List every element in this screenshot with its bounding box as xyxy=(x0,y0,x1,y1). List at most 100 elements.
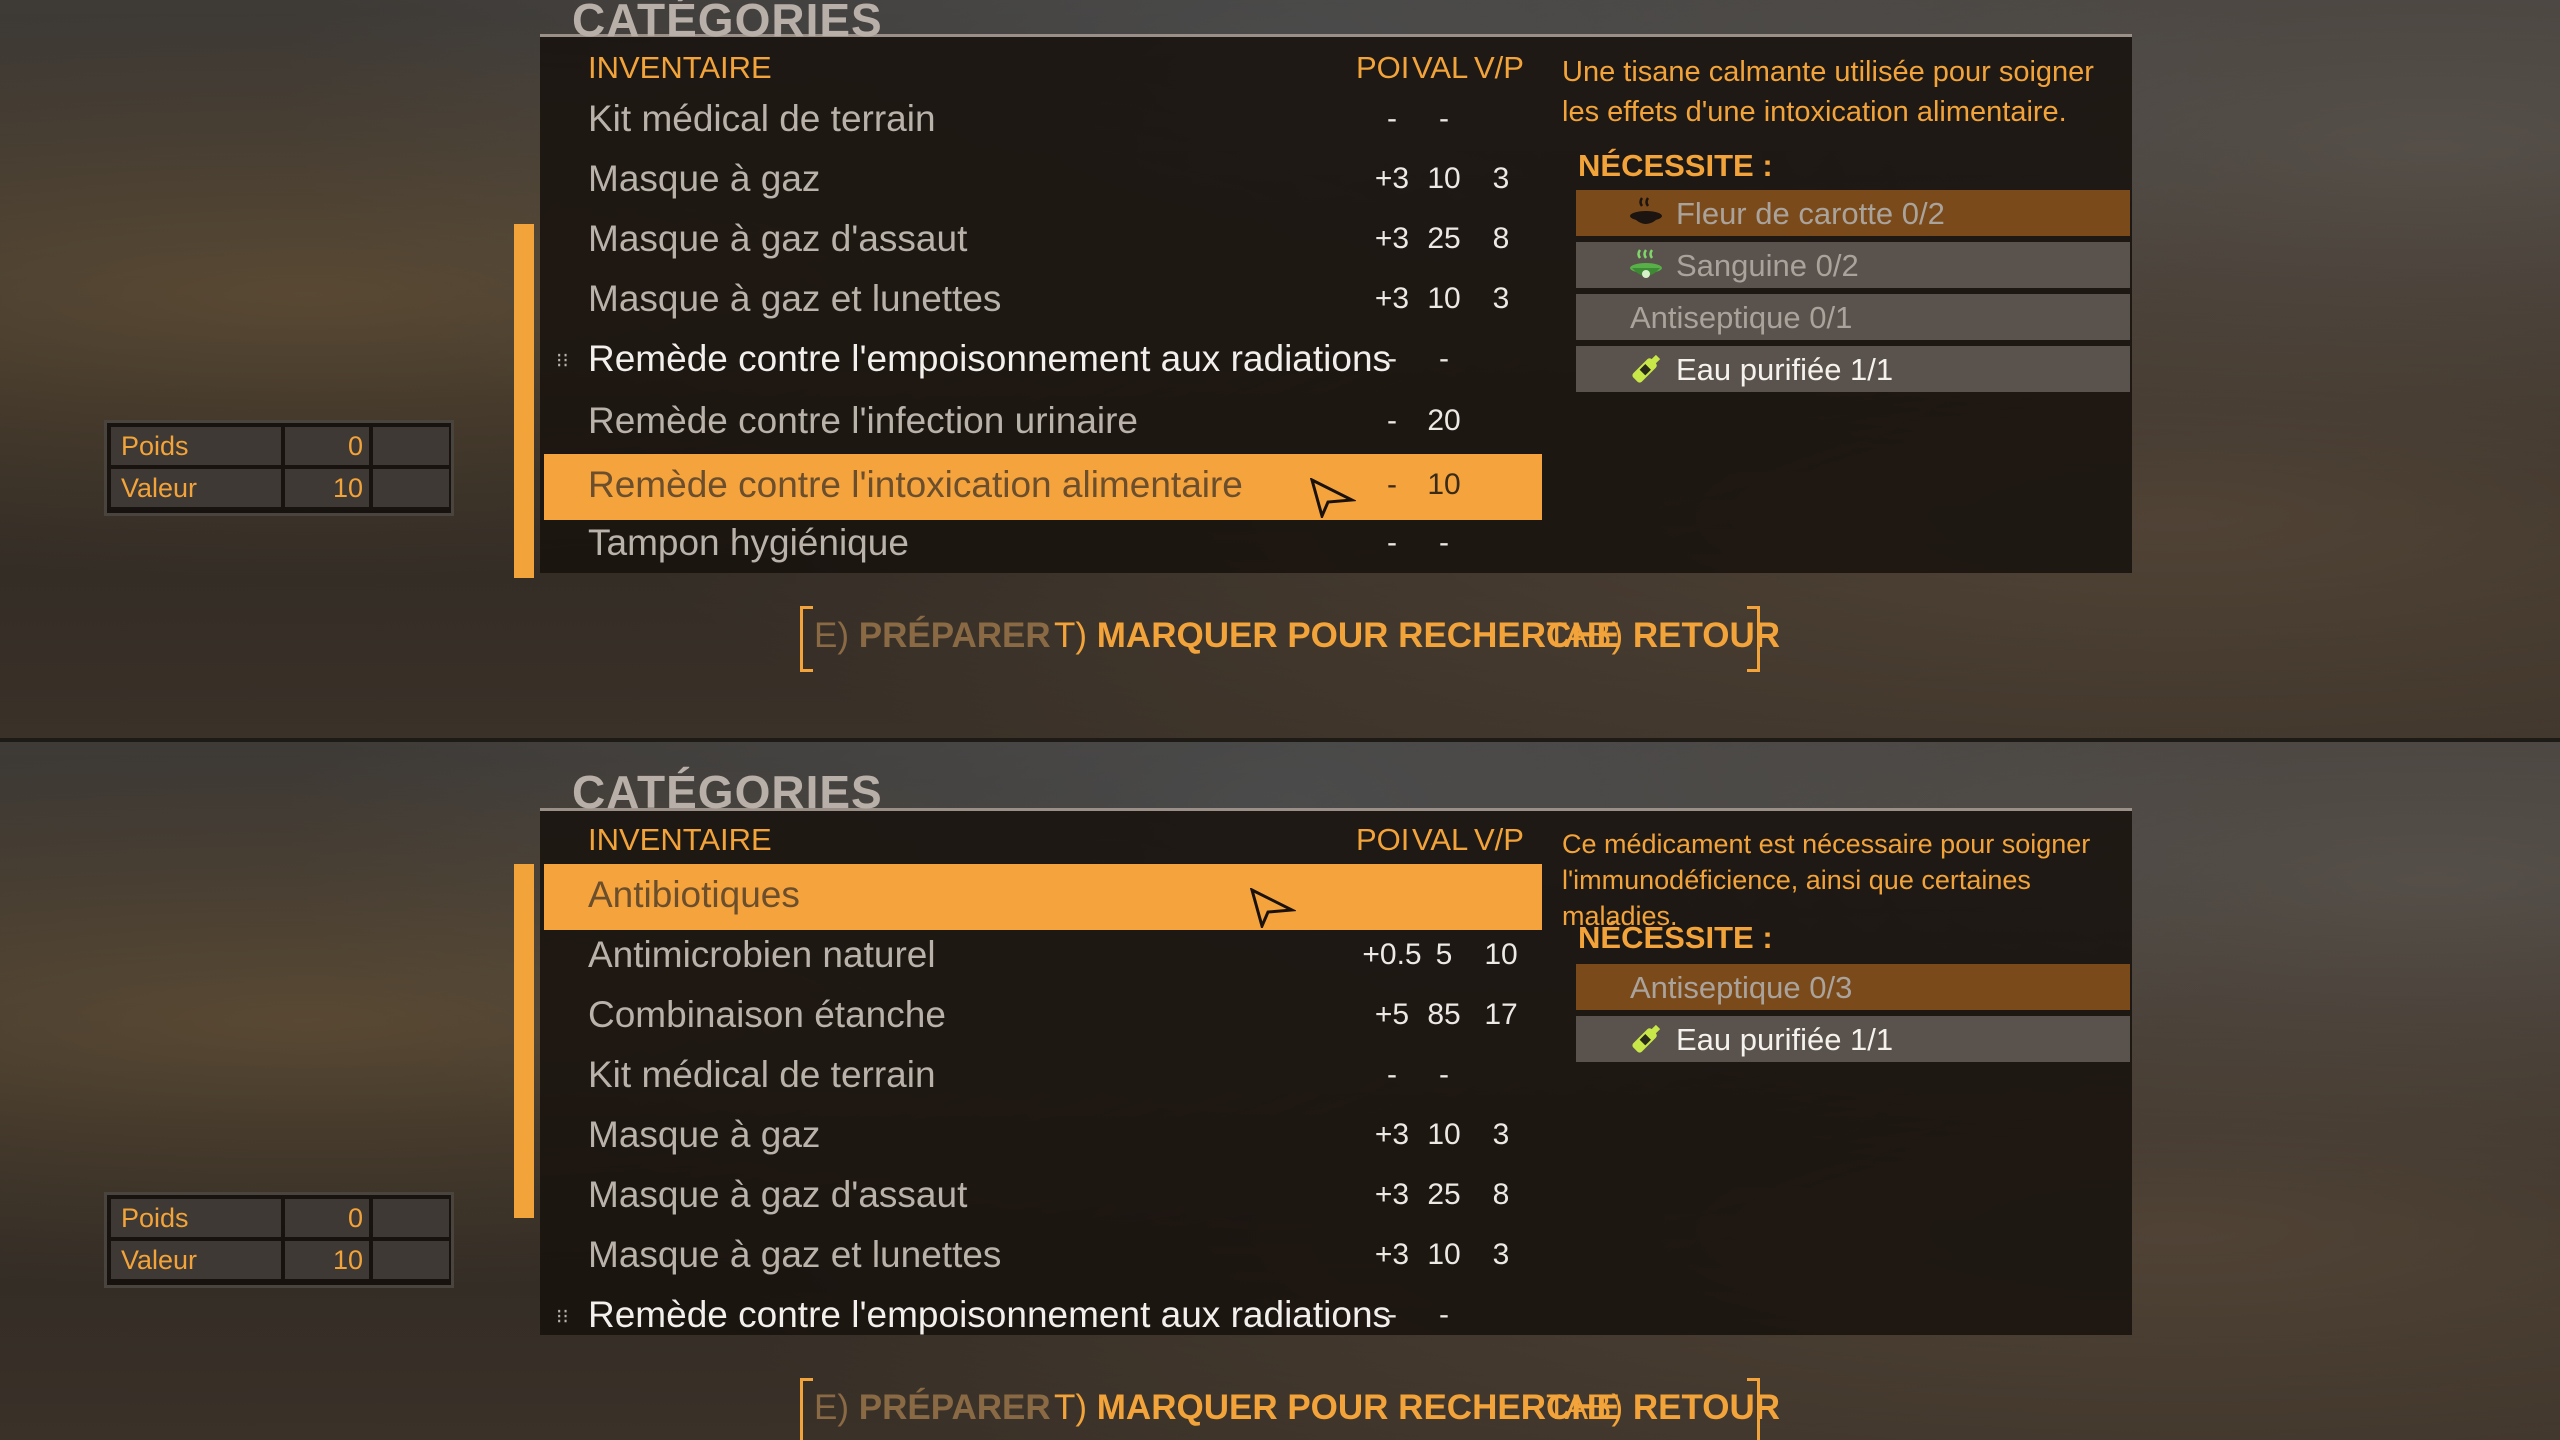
column-vp: V/P xyxy=(1474,822,1524,857)
item-vp: 3 xyxy=(1492,1118,1510,1151)
item-vp: 17 xyxy=(1484,998,1518,1031)
item-name: Masque à gaz et lunettes xyxy=(588,278,1002,319)
category-title[interactable]: CATÉGORIES xyxy=(566,0,889,44)
item-name: Kit médical de terrain xyxy=(588,1054,936,1095)
item-poi: - xyxy=(1387,526,1397,559)
weight-label: Poids xyxy=(111,427,281,465)
list-item[interactable]: Masque à gaz d'assaut +3 25 8 xyxy=(544,1164,1542,1224)
category-title[interactable]: CATÉGORIES xyxy=(566,768,889,816)
scrollbar[interactable] xyxy=(514,864,534,1218)
list-item[interactable]: Masque à gaz et lunettes +3 10 3 xyxy=(544,268,1542,328)
list-item[interactable]: Antimicrobien naturel +0.5 5 10 xyxy=(544,924,1542,984)
list-item[interactable]: Kit médical de terrain - - xyxy=(544,1044,1542,1104)
bracket-icon: ⁝⁝ xyxy=(556,1306,569,1328)
requirement-item: Fleur de carotte 0/2 xyxy=(1576,190,2130,236)
requirement-text: Antiseptique 0/1 xyxy=(1630,300,1853,335)
column-poi: POI xyxy=(1356,822,1410,857)
crafting-screen-bottom: CATÉGORIES INVENTAIRE POI VAL V/P Antibi… xyxy=(0,742,2560,1440)
stats-panel: Poids 0 Valeur 10 xyxy=(104,1192,454,1288)
requirement-text: Fleur de carotte 0/2 xyxy=(1676,196,1945,231)
list-item[interactable]: ⁝⁝ Remède contre l'empoisonnement aux ra… xyxy=(544,1284,1542,1344)
item-vp: 3 xyxy=(1492,162,1510,195)
requires-label: NÉCESSITE : xyxy=(1578,148,1773,183)
requires-label: NÉCESSITE : xyxy=(1578,920,1773,955)
item-poi: +0.5 xyxy=(1362,938,1422,971)
mark-for-research-button[interactable]: T) MARQUER POUR RECHERCHE xyxy=(1054,616,1620,656)
item-vp: 10 xyxy=(1484,938,1518,971)
item-val: 5 xyxy=(1435,938,1453,971)
item-poi: +3 xyxy=(1374,1238,1410,1271)
item-name: Masque à gaz et lunettes xyxy=(588,1234,1002,1275)
item-name: Remède contre l'empoisonnement aux radia… xyxy=(588,1294,1392,1335)
item-poi: +3 xyxy=(1374,222,1410,255)
item-val: 85 xyxy=(1427,998,1461,1031)
item-description: Ce médicament est nécessaire pour soigne… xyxy=(1562,829,2091,931)
item-poi: - xyxy=(1387,1058,1397,1091)
item-poi: +3 xyxy=(1374,282,1410,315)
item-val: 10 xyxy=(1427,1118,1461,1151)
item-description: Une tisane calmante utilisée pour soigne… xyxy=(1562,56,2094,128)
back-button[interactable]: TAB) RETOUR xyxy=(1546,616,1780,656)
item-name: Masque à gaz xyxy=(588,158,821,199)
list-item[interactable]: Masque à gaz +3 10 3 xyxy=(544,148,1542,208)
item-val: 20 xyxy=(1427,404,1461,437)
weight-row: Poids 0 xyxy=(111,427,449,467)
item-name: Tampon hygiénique xyxy=(588,522,909,563)
prepare-button[interactable]: E) PRÉPARER xyxy=(814,1388,1051,1428)
list-item-selected[interactable]: Remède contre l'intoxication alimentaire… xyxy=(544,454,1542,520)
list-item[interactable]: ⁝⁝ Remède contre l'empoisonnement aux ra… xyxy=(544,328,1542,388)
item-val: 25 xyxy=(1427,222,1461,255)
bracket-left xyxy=(800,606,813,672)
mark-for-research-button[interactable]: T) MARQUER POUR RECHERCHE xyxy=(1054,1388,1620,1428)
bracket-left xyxy=(800,1378,813,1440)
list-item[interactable]: Tampon hygiénique - - xyxy=(544,512,1542,572)
value-row: Valeur 10 xyxy=(111,1241,449,1281)
column-poi: POI xyxy=(1356,50,1410,85)
item-val: 10 xyxy=(1427,468,1461,501)
weight-value: 0 xyxy=(285,1199,369,1237)
item-name: Combinaison étanche xyxy=(588,994,946,1035)
item-poi: - xyxy=(1387,342,1397,375)
requirement-item: Sanguine 0/2 xyxy=(1576,242,2130,288)
mouse-cursor-icon xyxy=(1250,888,1296,928)
value-label: Valeur xyxy=(111,1241,281,1279)
list-item[interactable]: Kit médical de terrain - - xyxy=(544,88,1542,148)
bracket-right xyxy=(1747,606,1760,672)
requirement-text: Antiseptique 0/3 xyxy=(1630,970,1853,1005)
item-poi: - xyxy=(1387,404,1397,437)
list-item-selected[interactable]: Antibiotiques xyxy=(544,864,1542,930)
list-item[interactable]: Remède contre l'infection urinaire - 20 xyxy=(544,390,1542,450)
item-name: Masque à gaz d'assaut xyxy=(588,218,968,259)
item-vp: 3 xyxy=(1492,1238,1510,1271)
value-label: Valeur xyxy=(111,469,281,507)
item-val: - xyxy=(1439,102,1449,135)
requirement-item: Eau purifiée 1/1 xyxy=(1576,346,2130,392)
column-val: VAL xyxy=(1412,50,1469,85)
item-vp: 3 xyxy=(1492,282,1510,315)
item-val: - xyxy=(1439,342,1449,375)
item-name: Antimicrobien naturel xyxy=(588,934,936,975)
scrollbar[interactable] xyxy=(514,224,534,578)
list-item[interactable]: Masque à gaz et lunettes +3 10 3 xyxy=(544,1224,1542,1284)
requirement-item: Antiseptique 0/1 xyxy=(1576,294,2130,340)
weight-value: 0 xyxy=(285,427,369,465)
prepare-button[interactable]: E) PRÉPARER xyxy=(814,616,1051,656)
column-vp: V/P xyxy=(1474,50,1524,85)
bracket-icon: ⁝⁝ xyxy=(556,350,569,372)
item-val: - xyxy=(1439,1298,1449,1331)
item-val: 10 xyxy=(1427,162,1461,195)
list-item[interactable]: Masque à gaz d'assaut +3 25 8 xyxy=(544,208,1542,268)
requirement-text: Eau purifiée 1/1 xyxy=(1676,352,1894,387)
water-bottle-icon xyxy=(1632,1024,1661,1053)
item-poi: +3 xyxy=(1374,162,1410,195)
requirement-text: Sanguine 0/2 xyxy=(1676,248,1859,283)
item-poi: - xyxy=(1387,1298,1397,1331)
action-bar: E) PRÉPARER T) MARQUER POUR RECHERCHE TA… xyxy=(800,1378,1780,1440)
list-item[interactable]: Combinaison étanche +5 85 17 xyxy=(544,984,1542,1044)
requirement-text: Eau purifiée 1/1 xyxy=(1676,1022,1894,1057)
list-item[interactable]: Masque à gaz +3 10 3 xyxy=(544,1104,1542,1164)
requirement-item: Antiseptique 0/3 xyxy=(1576,964,2130,1010)
inventory-header: INVENTAIRE xyxy=(588,822,772,857)
back-button[interactable]: TAB) RETOUR xyxy=(1546,1388,1780,1428)
requirement-item: Eau purifiée 1/1 xyxy=(1576,1016,2130,1062)
